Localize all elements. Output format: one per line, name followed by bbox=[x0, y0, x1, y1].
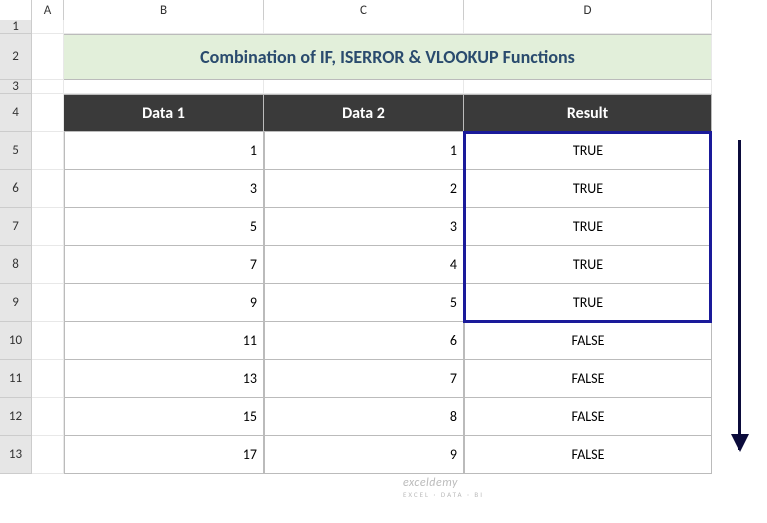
cell-b3[interactable] bbox=[64, 80, 264, 94]
cell-a9[interactable] bbox=[32, 284, 64, 322]
cell-c6[interactable]: 2 bbox=[264, 170, 464, 208]
row-5: 511TRUE bbox=[0, 132, 767, 170]
cell-b5[interactable]: 1 bbox=[64, 132, 264, 170]
col-header-a[interactable]: A bbox=[32, 0, 64, 20]
cell-a1[interactable] bbox=[32, 20, 64, 34]
cell-d6[interactable]: TRUE bbox=[464, 170, 712, 208]
cell-a6[interactable] bbox=[32, 170, 64, 208]
header-result[interactable]: Result bbox=[464, 94, 712, 132]
row-header-10[interactable]: 10 bbox=[0, 322, 32, 360]
row-6: 632TRUE bbox=[0, 170, 767, 208]
cell-a2[interactable] bbox=[32, 34, 64, 80]
cell-d9[interactable]: TRUE bbox=[464, 284, 712, 322]
cell-a13[interactable] bbox=[32, 436, 64, 474]
row-8: 874TRUE bbox=[0, 246, 767, 284]
cell-d3[interactable] bbox=[464, 80, 712, 94]
row-header-1[interactable]: 1 bbox=[0, 20, 32, 34]
row-header-9[interactable]: 9 bbox=[0, 284, 32, 322]
row-4: 4 Data 1 Data 2 Result bbox=[0, 94, 767, 132]
cell-a8[interactable] bbox=[32, 246, 64, 284]
cell-d7[interactable]: TRUE bbox=[464, 208, 712, 246]
cell-b13[interactable]: 17 bbox=[64, 436, 264, 474]
row-header-6[interactable]: 6 bbox=[0, 170, 32, 208]
row-12: 12 158FALSE bbox=[0, 398, 767, 436]
row-1: 1 bbox=[0, 20, 767, 34]
row-3: 3 bbox=[0, 80, 767, 94]
cell-b12[interactable]: 15 bbox=[64, 398, 264, 436]
watermark: exceldemy EXCEL · DATA · BI bbox=[403, 476, 484, 499]
cell-d5[interactable]: TRUE bbox=[464, 132, 712, 170]
cell-c10[interactable]: 6 bbox=[264, 322, 464, 360]
down-arrow-annotation bbox=[738, 140, 741, 450]
column-header-row: A B C D bbox=[0, 0, 767, 20]
cell-d8[interactable]: TRUE bbox=[464, 246, 712, 284]
cell-b11[interactable]: 13 bbox=[64, 360, 264, 398]
row-header-5[interactable]: 5 bbox=[0, 132, 32, 170]
cell-a4[interactable] bbox=[32, 94, 64, 132]
col-header-d[interactable]: D bbox=[464, 0, 712, 20]
select-all-corner[interactable] bbox=[0, 0, 32, 20]
cell-c3[interactable] bbox=[264, 80, 464, 94]
cell-a5[interactable] bbox=[32, 132, 64, 170]
cell-d13[interactable]: FALSE bbox=[464, 436, 712, 474]
cell-b6[interactable]: 3 bbox=[64, 170, 264, 208]
cell-b7[interactable]: 5 bbox=[64, 208, 264, 246]
row-header-12[interactable]: 12 bbox=[0, 398, 32, 436]
row-header-8[interactable]: 8 bbox=[0, 246, 32, 284]
cell-d12[interactable]: FALSE bbox=[464, 398, 712, 436]
watermark-sub: EXCEL · DATA · BI bbox=[403, 490, 484, 499]
cell-a7[interactable] bbox=[32, 208, 64, 246]
row-7: 753TRUE bbox=[0, 208, 767, 246]
header-data1[interactable]: Data 1 bbox=[64, 94, 264, 132]
header-data2[interactable]: Data 2 bbox=[264, 94, 464, 132]
row-10: 10 116FALSE bbox=[0, 322, 767, 360]
cell-b9[interactable]: 9 bbox=[64, 284, 264, 322]
cell-c9[interactable]: 5 bbox=[264, 284, 464, 322]
row-header-13[interactable]: 13 bbox=[0, 436, 32, 474]
cell-c5[interactable]: 1 bbox=[264, 132, 464, 170]
row-9: 995TRUE bbox=[0, 284, 767, 322]
col-header-b[interactable]: B bbox=[64, 0, 264, 20]
cell-a10[interactable] bbox=[32, 322, 64, 360]
data-rows-container: 511TRUE632TRUE753TRUE874TRUE995TRUE10116… bbox=[0, 132, 767, 474]
title-cell[interactable]: Combination of IF, ISERROR & VLOOKUP Fun… bbox=[64, 34, 712, 80]
row-2: 2 Combination of IF, ISERROR & VLOOKUP F… bbox=[0, 34, 767, 80]
cell-c12[interactable]: 8 bbox=[264, 398, 464, 436]
row-header-2[interactable]: 2 bbox=[0, 34, 32, 80]
cell-d1[interactable] bbox=[464, 20, 712, 34]
spreadsheet-grid: A B C D 1 2 Combination of IF, ISERROR &… bbox=[0, 0, 767, 523]
cell-c8[interactable]: 4 bbox=[264, 246, 464, 284]
cell-c1[interactable] bbox=[264, 20, 464, 34]
cell-c13[interactable]: 9 bbox=[264, 436, 464, 474]
cell-d11[interactable]: FALSE bbox=[464, 360, 712, 398]
cell-a3[interactable] bbox=[32, 80, 64, 94]
col-header-c[interactable]: C bbox=[264, 0, 464, 20]
row-13: 13 179FALSE bbox=[0, 436, 767, 474]
row-header-4[interactable]: 4 bbox=[0, 94, 32, 132]
row-header-11[interactable]: 11 bbox=[0, 360, 32, 398]
watermark-main: exceldemy bbox=[403, 476, 458, 490]
row-header-7[interactable]: 7 bbox=[0, 208, 32, 246]
cell-c11[interactable]: 7 bbox=[264, 360, 464, 398]
cell-d10[interactable]: FALSE bbox=[464, 322, 712, 360]
cell-a12[interactable] bbox=[32, 398, 64, 436]
cell-b10[interactable]: 11 bbox=[64, 322, 264, 360]
cell-b1[interactable] bbox=[64, 20, 264, 34]
cell-c7[interactable]: 3 bbox=[264, 208, 464, 246]
cell-b8[interactable]: 7 bbox=[64, 246, 264, 284]
row-header-3[interactable]: 3 bbox=[0, 80, 32, 94]
cell-a11[interactable] bbox=[32, 360, 64, 398]
row-11: 11 137FALSE bbox=[0, 360, 767, 398]
